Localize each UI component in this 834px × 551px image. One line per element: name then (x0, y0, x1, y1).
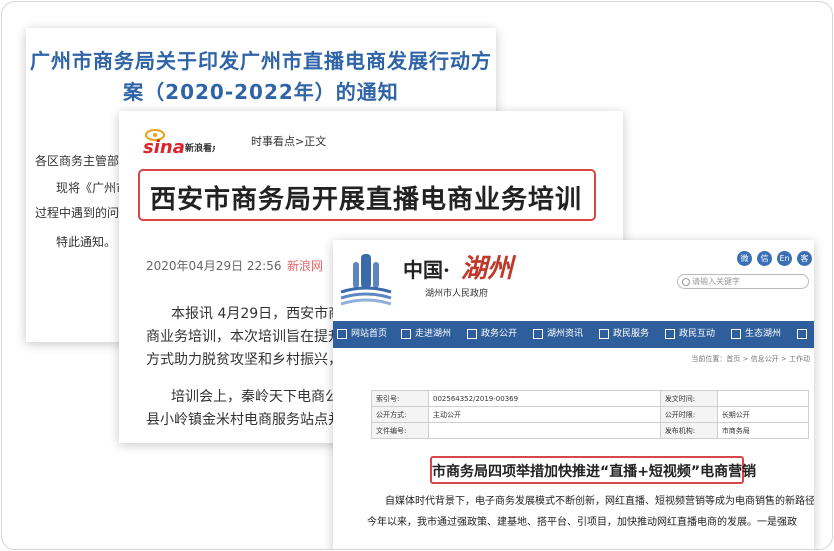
sina-logo-sub: 新浪看点 (185, 142, 215, 154)
article-body-line: 商业务培训，本次培训旨在提升 (146, 329, 342, 345)
chat-icon (665, 328, 675, 339)
huzhou-emblem-logo[interactable] (339, 250, 393, 306)
info-value: 长期公开 (716, 406, 810, 423)
notice-line-2: 现将《广州市 (56, 181, 129, 195)
article-source[interactable]: 新浪网 (287, 257, 323, 274)
huzhou-body-line: 自媒体时代背景下，电子商务发展模式不断创新，网红直播、短视频营销等成为电商销售的… (385, 496, 814, 507)
article-headline: 西安市商务局开展直播电商业务培训 (150, 185, 583, 215)
article-body-line: 县小岭镇金米村电商服务站点并 (146, 412, 342, 428)
info-key: 发文时间: (659, 390, 718, 407)
huzhou-body-line: 今年以来，我市通过强政策、建基地、搭平台、引项目，加快推动网红直播电商的发展。一… (367, 517, 797, 528)
info-value (716, 390, 810, 407)
more-icon (797, 328, 807, 339)
nav-item-services[interactable]: 政民服务 (599, 321, 649, 348)
title-line-2: 案（2020-2022年）的通知 (123, 80, 399, 104)
info-value (428, 422, 661, 439)
english-icon[interactable]: En (777, 251, 792, 266)
sina-logo-text: sina (143, 137, 185, 157)
info-value: 市商务局 (716, 422, 810, 439)
huzhou-headline: 市商务局四项举措加快推进“直播+短视频”电商营销 (432, 464, 757, 480)
location-breadcrumb: 当前位置：首页 > 信息公开 > 工作动 (691, 355, 810, 363)
table-row: 索引号: 002564352/2019-00369 发文时间: (371, 390, 810, 407)
screenshot-frame: 广州市商务局关于印发广州市直播电商发展行动方 案（2020-2022年）的通知 … (1, 1, 833, 550)
search-icon (682, 278, 690, 286)
article-body-line: 培训会上，秦岭天下电商公 (171, 389, 339, 405)
building-icon (401, 328, 411, 339)
document-icon (467, 328, 477, 339)
info-key: 发布机构: (659, 422, 718, 439)
nav-label: 走进湖州 (415, 329, 452, 339)
table-row: 公开方式: 主动公开 公开时限: 长期公开 (371, 406, 810, 423)
title-line-1: 广州市商务局关于印发广州市直播电商发展行动方 (30, 49, 492, 73)
logo-huzhou-text: 湖州 (461, 254, 514, 284)
nav-item-news[interactable]: 湖州资讯 (533, 321, 583, 348)
leaf-icon (731, 328, 741, 339)
client-icon[interactable]: 客 (797, 251, 812, 266)
search-input[interactable]: 请输入关键字 (677, 274, 809, 289)
article-body-line: 方式助力脱贫攻坚和乡村振兴， (146, 352, 342, 368)
notice-line-1: 各区商务主管部门 (35, 154, 132, 168)
nav-item-about[interactable]: 走进湖州 (401, 321, 451, 348)
nav-item-home[interactable]: 网站首页 (337, 321, 387, 348)
nav-item-ecology[interactable]: 生态湖州 (731, 321, 781, 348)
info-key: 文件编号: (371, 422, 429, 439)
nav-item-interaction[interactable]: 政民互动 (665, 321, 715, 348)
nav-label: 政务公开 (481, 329, 518, 339)
info-key: 公开方式: (371, 406, 429, 423)
logo-china-text: 中国· (403, 258, 450, 282)
article-date: 2020年04月29日 22:56 (146, 259, 282, 273)
sina-eye-icon: sina 新浪看点 (143, 129, 221, 158)
nav-label: 网站首页 (351, 329, 388, 339)
document-info-table: 索引号: 002564352/2019-00369 发文时间: 公开方式: 主动… (371, 390, 810, 439)
article-body-line: 本报讯 4月29日，西安市商 (171, 306, 343, 322)
huzhou-gov-card: 中国· 湖州 湖州市人民政府 微 信 En 客 请输入关键字 网站首页 走进湖州… (333, 240, 814, 549)
nav-label: 政民服务 (613, 329, 650, 339)
nav-label: 生态湖州 (745, 329, 782, 339)
nav-label: 政民互动 (679, 329, 716, 339)
headline-highlight: 市商务局四项举措加快推进“直播+短视频”电商营销 (430, 456, 757, 484)
notice-line-3: 过程中遇到的问题 (35, 206, 132, 220)
main-nav: 网站首页 走进湖州 政务公开 湖州资讯 政民服务 政民互动 生态湖州 (333, 321, 814, 348)
news-icon (533, 328, 543, 339)
guangzhou-notice-title: 广州市商务局关于印发广州市直播电商发展行动方 案（2020-2022年）的通知 (26, 46, 496, 108)
service-icon (599, 328, 609, 339)
search-placeholder: 请输入关键字 (692, 277, 740, 286)
table-row: 文件编号: 发布机构: 市商务局 (371, 422, 810, 439)
info-key: 公开时限: (659, 406, 718, 423)
nav-item-more[interactable] (797, 321, 811, 348)
sina-logo[interactable]: sina 新浪看点 (141, 123, 221, 158)
wechat-icon[interactable]: 信 (757, 251, 772, 266)
home-icon (337, 328, 347, 339)
weibo-icon[interactable]: 微 (737, 251, 752, 266)
breadcrumb[interactable]: 时事看点>正文 (251, 133, 326, 149)
info-value: 002564352/2019-00369 (428, 390, 661, 407)
notice-line-4: 特此通知。 (56, 235, 117, 249)
gov-name: 湖州市人民政府 (425, 289, 489, 299)
info-key: 索引号: (371, 390, 429, 407)
info-value: 主动公开 (428, 406, 661, 423)
nav-label: 湖州资讯 (547, 329, 584, 339)
headline-highlight: 西安市商务局开展直播电商业务培训 (138, 169, 596, 221)
nav-item-public[interactable]: 政务公开 (467, 321, 517, 348)
